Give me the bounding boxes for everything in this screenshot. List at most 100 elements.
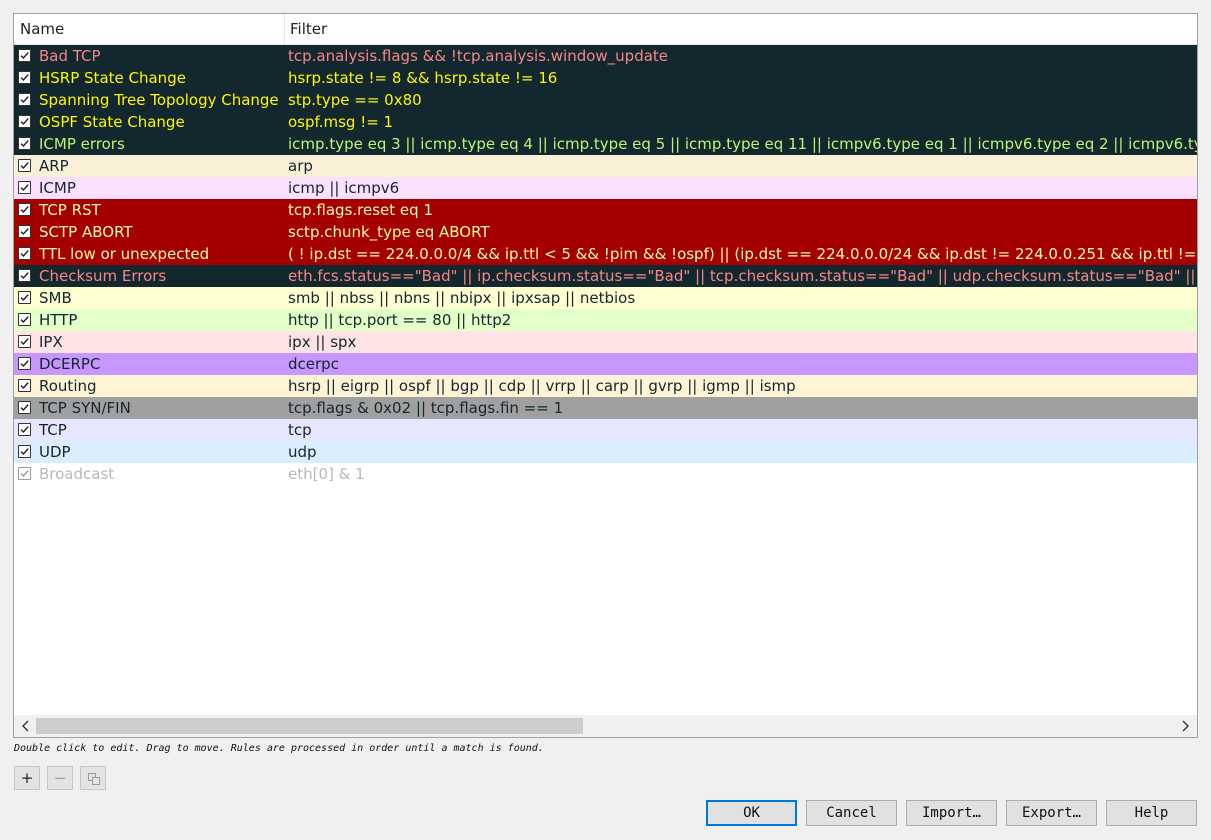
- rule-filter: smb || nbss || nbns || nbipx || ipxsap |…: [288, 289, 636, 307]
- rule-filter: sctp.chunk_type eq ABORT: [288, 223, 490, 241]
- scrollbar-thumb[interactable]: [36, 718, 583, 734]
- rule-enabled-checkbox[interactable]: [18, 225, 31, 238]
- rule-enabled-checkbox[interactable]: [18, 181, 31, 194]
- checkmark-icon: [20, 294, 29, 302]
- checkmark-icon: [20, 140, 29, 148]
- import-button[interactable]: Import…: [906, 800, 997, 826]
- rule-enabled-checkbox[interactable]: [18, 93, 31, 106]
- rule-row[interactable]: ARP arp: [14, 155, 1197, 177]
- rule-name: Broadcast: [39, 465, 115, 483]
- rule-row[interactable]: ICMP errors icmp.type eq 3 || icmp.type e…: [14, 133, 1197, 155]
- rule-row[interactable]: TCP SYN/FIN tcp.flags & 0x02 || tcp.flags…: [14, 397, 1197, 419]
- rule-enabled-checkbox[interactable]: [18, 357, 31, 370]
- rule-name: UDP: [39, 443, 71, 461]
- column-header-filter[interactable]: Filter: [285, 14, 1197, 44]
- add-rule-button[interactable]: +: [14, 766, 40, 790]
- rule-name: SMB: [39, 289, 72, 307]
- column-header-name[interactable]: Name: [14, 14, 285, 44]
- rule-enabled-checkbox[interactable]: [18, 423, 31, 436]
- rule-row[interactable]: OSPF State Change ospf.msg != 1: [14, 111, 1197, 133]
- rule-name: SCTP ABORT: [39, 223, 133, 241]
- rule-enabled-checkbox[interactable]: [18, 269, 31, 282]
- rule-row[interactable]: ICMP icmp || icmpv6: [14, 177, 1197, 199]
- rule-name: HTTP: [39, 311, 78, 329]
- copy-rule-button[interactable]: [80, 766, 106, 790]
- rule-filter: arp: [288, 157, 313, 175]
- checkmark-icon: [20, 162, 29, 170]
- rule-enabled-checkbox[interactable]: [18, 115, 31, 128]
- rule-filter: tcp.analysis.flags && !tcp.analysis.wind…: [288, 47, 669, 65]
- rule-row[interactable]: Routing hsrp || eigrp || ospf || bgp || c…: [14, 375, 1197, 397]
- coloring-rules-table[interactable]: Name Filter Bad TCP tcp.analysis.flags &&…: [13, 13, 1198, 738]
- remove-rule-button[interactable]: −: [47, 766, 73, 790]
- rule-row[interactable]: DCERPC dcerpc: [14, 353, 1197, 375]
- rule-filter: ospf.msg != 1: [288, 113, 394, 131]
- rule-row[interactable]: SMB smb || nbss || nbns || nbipx || ipxsa…: [14, 287, 1197, 309]
- help-button[interactable]: Help: [1106, 800, 1197, 826]
- rule-filter: ( ! ip.dst == 224.0.0.0/4 && ip.ttl < 5 …: [288, 245, 1197, 263]
- checkmark-icon: [20, 118, 29, 126]
- rule-name: HSRP State Change: [39, 69, 186, 87]
- rule-filter: eth[0] & 1: [288, 465, 365, 483]
- rule-name: IPX: [39, 333, 63, 351]
- rule-name: ICMP: [39, 179, 76, 197]
- rule-row[interactable]: TTL low or unexpected ( ! ip.dst == 224.0…: [14, 243, 1197, 265]
- rule-enabled-checkbox[interactable]: [18, 137, 31, 150]
- rule-enabled-checkbox[interactable]: [18, 445, 31, 458]
- cancel-button[interactable]: Cancel: [806, 800, 897, 826]
- rule-row[interactable]: Bad TCP tcp.analysis.flags && !tcp.analys…: [14, 45, 1197, 67]
- checkmark-icon: [20, 382, 29, 390]
- rule-filter: ipx || spx: [288, 333, 357, 351]
- checkmark-icon: [20, 228, 29, 236]
- rule-enabled-checkbox[interactable]: [18, 313, 31, 326]
- rule-filter: tcp: [288, 421, 312, 439]
- rule-row[interactable]: TCP RST tcp.flags.reset eq 1: [14, 199, 1197, 221]
- rule-filter: http || tcp.port == 80 || http2: [288, 311, 512, 329]
- rule-name: Bad TCP: [39, 47, 101, 65]
- rule-filter: eth.fcs.status=="Bad" || ip.checksum.sta…: [288, 267, 1197, 285]
- rule-enabled-checkbox[interactable]: [18, 247, 31, 260]
- ok-button[interactable]: OK: [706, 800, 797, 826]
- rule-row[interactable]: HSRP State Change hsrp.state != 8 && hsrp…: [14, 67, 1197, 89]
- rule-filter: hsrp || eigrp || ospf || bgp || cdp || v…: [288, 377, 796, 395]
- rule-enabled-checkbox[interactable]: [18, 379, 31, 392]
- rule-name: Checksum Errors: [39, 267, 167, 285]
- rule-enabled-checkbox[interactable]: [18, 401, 31, 414]
- rule-row[interactable]: Broadcast eth[0] & 1: [14, 463, 1197, 485]
- rule-name: TCP: [39, 421, 67, 439]
- rule-name: OSPF State Change: [39, 113, 185, 131]
- rule-row[interactable]: UDP udp: [14, 441, 1197, 463]
- scroll-right-icon[interactable]: [1178, 718, 1192, 734]
- checkmark-icon: [20, 272, 29, 280]
- rule-enabled-checkbox[interactable]: [18, 291, 31, 304]
- rule-row[interactable]: Checksum Errors eth.fcs.status=="Bad" || …: [14, 265, 1197, 287]
- rule-name: ICMP errors: [39, 135, 125, 153]
- rule-filter: udp: [288, 443, 317, 461]
- rule-filter: tcp.flags.reset eq 1: [288, 201, 433, 219]
- rule-enabled-checkbox[interactable]: [18, 203, 31, 216]
- checkmark-icon: [20, 316, 29, 324]
- rule-filter: tcp.flags & 0x02 || tcp.flags.fin == 1: [288, 399, 564, 417]
- rule-enabled-checkbox[interactable]: [18, 49, 31, 62]
- rule-enabled-checkbox[interactable]: [18, 335, 31, 348]
- checkmark-icon: [20, 360, 29, 368]
- rule-row[interactable]: HTTP http || tcp.port == 80 || http2: [14, 309, 1197, 331]
- checkmark-icon: [20, 206, 29, 214]
- rule-row[interactable]: SCTP ABORT sctp.chunk_type eq ABORT: [14, 221, 1197, 243]
- rule-enabled-checkbox[interactable]: [18, 71, 31, 84]
- rule-row[interactable]: IPX ipx || spx: [14, 331, 1197, 353]
- rule-row[interactable]: TCP tcp: [14, 419, 1197, 441]
- table-header: Name Filter: [14, 14, 1197, 45]
- scroll-left-icon[interactable]: [19, 718, 33, 734]
- rules-list: Bad TCP tcp.analysis.flags && !tcp.analys…: [14, 45, 1197, 485]
- checkmark-icon: [20, 96, 29, 104]
- help-hint-text: Double click to edit. Drag to move. Rule…: [14, 743, 544, 754]
- horizontal-scrollbar[interactable]: [14, 715, 1197, 737]
- rule-row[interactable]: Spanning Tree Topology Change stp.type ==…: [14, 89, 1197, 111]
- checkmark-icon: [20, 52, 29, 60]
- rule-enabled-checkbox[interactable]: [18, 159, 31, 172]
- scrollbar-track[interactable]: [36, 718, 1175, 734]
- copy-icon: [88, 773, 100, 785]
- rule-enabled-checkbox[interactable]: [18, 467, 31, 480]
- export-button[interactable]: Export…: [1006, 800, 1097, 826]
